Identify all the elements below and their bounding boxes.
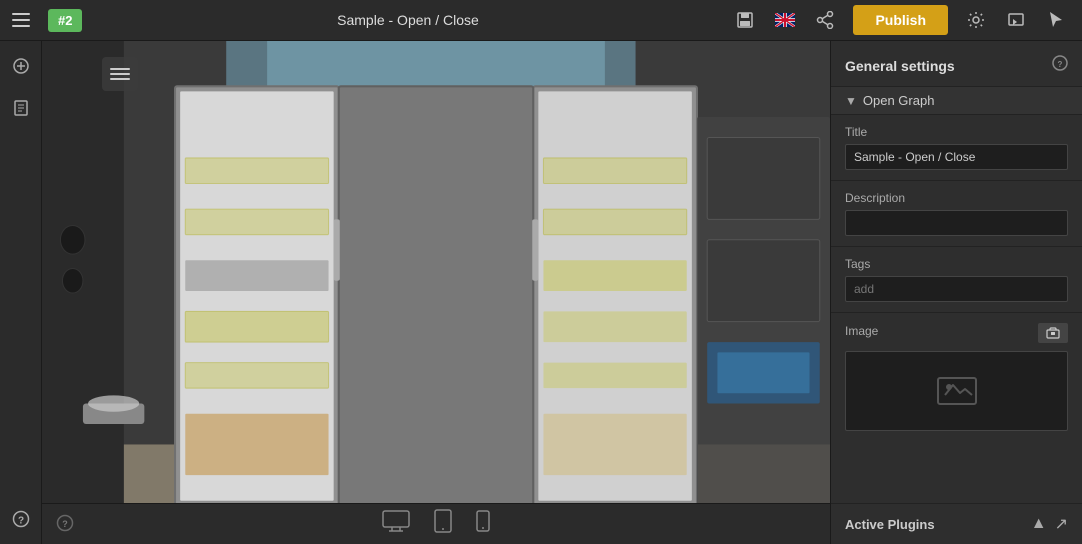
fridge-scene [42, 41, 830, 544]
open-graph-label: Open Graph [863, 93, 935, 108]
menu-button[interactable] [0, 0, 42, 41]
title-label: Title [845, 125, 1068, 139]
svg-text:?: ? [17, 516, 23, 527]
hamburger-line-3 [110, 78, 130, 80]
image-label: Image [845, 324, 878, 338]
active-plugins-section[interactable]: Active Plugins ▲ ↗ [831, 503, 1082, 544]
title-field-group: Title [831, 115, 1082, 181]
panel-help-icon[interactable]: ? [1052, 55, 1068, 76]
hamburger-line-1 [110, 68, 130, 70]
left-sidebar: ? [0, 41, 42, 544]
image-field-group: Image [831, 313, 1082, 441]
plugins-controls: ▲ ↗ [1031, 514, 1068, 534]
main-content: ? [0, 41, 1082, 544]
right-panel: General settings ? ▼ Open Graph Title De… [830, 41, 1082, 544]
panel-header-title: General settings [845, 58, 955, 74]
title-input[interactable] [845, 144, 1068, 170]
image-browse-button[interactable] [1038, 323, 1068, 343]
description-field-group: Description [831, 181, 1082, 247]
panel-header: General settings ? [831, 41, 1082, 86]
pages-button[interactable] [4, 91, 38, 125]
image-placeholder-icon [937, 375, 977, 407]
publish-button[interactable]: Publish [853, 5, 948, 35]
help-button-left[interactable]: ? [4, 502, 38, 536]
svg-text:?: ? [62, 519, 68, 529]
page-title: Sample - Open / Close [88, 12, 727, 28]
plugins-expand-icon[interactable]: ↗ [1055, 514, 1068, 534]
bottom-bar: ? [42, 503, 830, 544]
tags-input[interactable] [845, 276, 1068, 302]
cursor-icon[interactable] [1038, 2, 1074, 38]
tags-field-group: Tags [831, 247, 1082, 313]
share-button[interactable] [807, 2, 843, 38]
desktop-icon[interactable] [382, 510, 410, 538]
toolbar-icons: Publish [727, 2, 1082, 38]
canvas-menu-button[interactable] [102, 57, 138, 91]
description-label: Description [845, 191, 1068, 205]
topbar: #2 Sample - Open / Close [0, 0, 1082, 41]
settings-button[interactable] [958, 2, 994, 38]
image-placeholder [845, 351, 1068, 431]
plugins-collapse-icon[interactable]: ▲ [1031, 515, 1047, 533]
tab-number[interactable]: #2 [48, 9, 82, 32]
active-plugins-label: Active Plugins [845, 517, 935, 532]
language-button[interactable] [767, 2, 803, 38]
canvas-image [42, 41, 830, 544]
open-graph-section-header[interactable]: ▼ Open Graph [831, 86, 1082, 115]
svg-text:?: ? [1058, 60, 1063, 69]
open-graph-chevron: ▼ [845, 94, 857, 108]
canvas-area[interactable]: ? [42, 41, 830, 544]
add-button[interactable] [4, 49, 38, 83]
tablet-icon[interactable] [434, 509, 452, 539]
mobile-icon[interactable] [476, 510, 490, 538]
save-button[interactable] [727, 2, 763, 38]
help-button-bottom[interactable]: ? [56, 514, 74, 535]
tags-label: Tags [845, 257, 1068, 271]
preview-button[interactable] [998, 2, 1034, 38]
image-field-header: Image [845, 323, 1068, 343]
hamburger-line-2 [110, 73, 130, 75]
description-input[interactable] [845, 210, 1068, 236]
